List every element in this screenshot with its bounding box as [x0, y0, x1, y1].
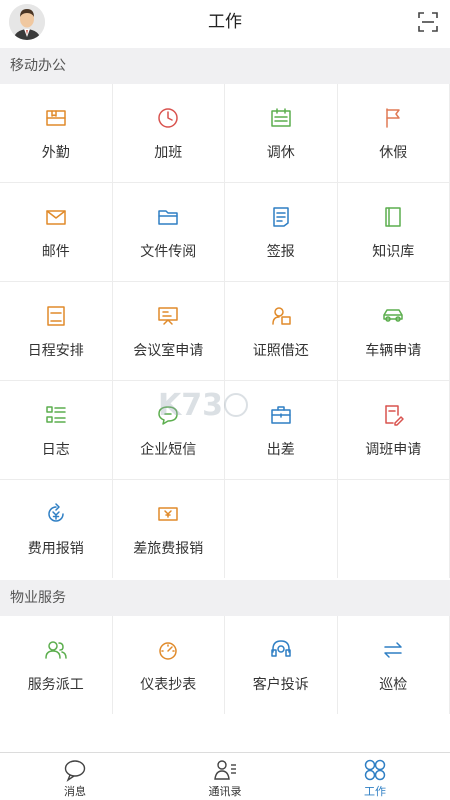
bottom-tab-bar: 消息 通讯录 工作 — [0, 752, 450, 800]
tab-contacts[interactable]: 通讯录 — [150, 753, 300, 800]
app-item-book[interactable]: 知识库 — [337, 183, 449, 281]
section-title: 移动办公 — [10, 58, 66, 74]
app-item-money-bill[interactable]: 差旅费报销 — [112, 480, 224, 578]
document-icon — [269, 205, 293, 229]
app-item-flag[interactable]: 休假 — [337, 84, 449, 182]
app-item-list[interactable]: 日志 — [0, 381, 112, 479]
tab-label: 消息 — [64, 785, 86, 798]
app-item-field-work[interactable]: 外勤 — [0, 84, 112, 182]
calendar-icon — [269, 106, 293, 130]
app-item-id-card[interactable]: 证照借还 — [225, 282, 337, 380]
app-item-label: 调班申请 — [365, 442, 422, 458]
section-title: 物业服务 — [10, 590, 66, 606]
app-item-label: 车辆申请 — [365, 343, 422, 359]
meeting-board-icon — [156, 304, 180, 328]
flag-icon — [381, 106, 405, 130]
people-icon — [44, 638, 68, 662]
app-item-label: 休假 — [379, 145, 408, 161]
section-header-property-service: 物业服务 — [0, 580, 450, 616]
app-item-label: 邮件 — [41, 244, 70, 260]
app-item-headset[interactable]: 客户投诉 — [225, 616, 337, 714]
app-item-label: 证照借还 — [252, 343, 309, 359]
app-item-document[interactable]: 签报 — [225, 183, 337, 281]
app-item-label: 客户投诉 — [252, 677, 309, 693]
scan-icon[interactable] — [416, 10, 440, 34]
watermark-logo: K73 — [158, 385, 318, 425]
id-card-icon — [269, 304, 293, 328]
car-icon — [381, 304, 405, 328]
tab-work[interactable]: 工作 — [300, 753, 450, 800]
app-item-label: 费用报销 — [27, 541, 84, 557]
money-bill-icon — [156, 502, 180, 526]
field-work-icon — [44, 106, 68, 130]
tab-label: 工作 — [364, 785, 386, 798]
edit-document-icon — [381, 403, 405, 427]
section-header-mobile-office: 移动办公 — [0, 48, 450, 84]
mail-icon — [44, 205, 68, 229]
app-item-label: 文件传阅 — [140, 244, 197, 260]
property-service-grid: 服务派工 仪表抄表 客户投诉 巡检 — [0, 616, 450, 714]
app-item-people[interactable]: 服务派工 — [0, 616, 112, 714]
work-grid-icon — [363, 758, 387, 782]
svg-text:K73: K73 — [158, 388, 223, 423]
book-icon — [381, 205, 405, 229]
page-title: 工作 — [208, 12, 242, 32]
app-item-label: 日志 — [41, 442, 70, 458]
app-item-folder[interactable]: 文件传阅 — [112, 183, 224, 281]
clock-icon — [156, 106, 180, 130]
money-refresh-icon — [44, 502, 68, 526]
app-item-label: 差旅费报销 — [133, 541, 204, 557]
tab-messages[interactable]: 消息 — [0, 753, 150, 800]
app-item-label: 巡检 — [379, 677, 408, 693]
app-header: 工作 — [0, 0, 450, 44]
app-item-label: 外勤 — [41, 145, 70, 161]
message-icon — [63, 758, 87, 782]
empty-cell — [225, 480, 337, 578]
app-item-label: 会议室申请 — [133, 343, 204, 359]
app-item-edit-document[interactable]: 调班申请 — [337, 381, 449, 479]
app-item-label: 出差 — [266, 442, 295, 458]
swap-arrows-icon — [381, 638, 405, 662]
app-item-clock[interactable]: 加班 — [112, 84, 224, 182]
app-item-calendar[interactable]: 调休 — [225, 84, 337, 182]
app-item-label: 服务派工 — [27, 677, 84, 693]
app-item-label: 签报 — [266, 244, 295, 260]
app-item-label: 知识库 — [372, 244, 415, 260]
app-item-label: 加班 — [154, 145, 183, 161]
schedule-icon — [44, 304, 68, 328]
app-item-swap-arrows[interactable]: 巡检 — [337, 616, 449, 714]
app-item-meeting-board[interactable]: 会议室申请 — [112, 282, 224, 380]
app-item-schedule[interactable]: 日程安排 — [0, 282, 112, 380]
app-item-car[interactable]: 车辆申请 — [337, 282, 449, 380]
empty-cell — [337, 480, 449, 578]
folder-icon — [156, 205, 180, 229]
app-item-label: 调休 — [266, 145, 295, 161]
app-item-meter[interactable]: 仪表抄表 — [112, 616, 224, 714]
app-item-label: 日程安排 — [27, 343, 84, 359]
headset-icon — [269, 638, 293, 662]
app-item-label: 仪表抄表 — [140, 677, 197, 693]
app-item-label: 企业短信 — [140, 442, 197, 458]
tab-label: 通讯录 — [208, 785, 242, 798]
contacts-icon — [213, 758, 237, 782]
list-icon — [44, 403, 68, 427]
app-item-money-refresh[interactable]: 费用报销 — [0, 480, 112, 578]
mobile-office-grid: 外勤 加班 调休 休假邮件 文件传阅 签报 知识库日程安排 会议室申请 证照借还 车辆申请日志 企业… — [0, 84, 450, 578]
app-item-mail[interactable]: 邮件 — [0, 183, 112, 281]
meter-icon — [156, 638, 180, 662]
